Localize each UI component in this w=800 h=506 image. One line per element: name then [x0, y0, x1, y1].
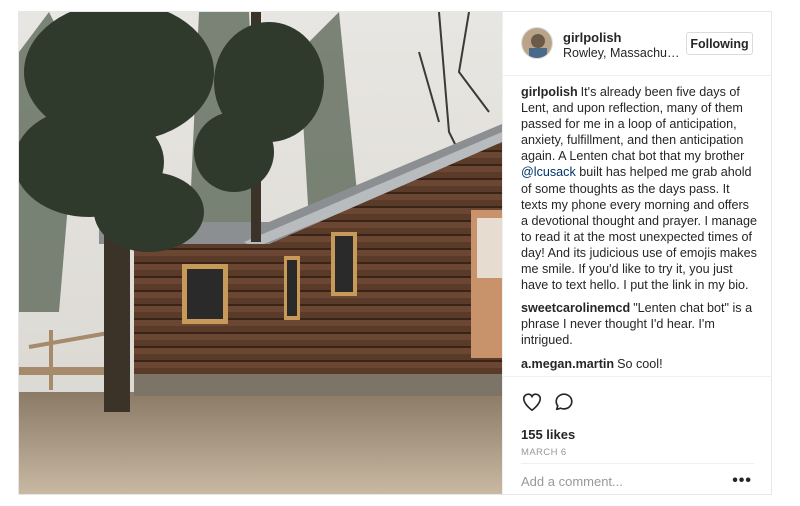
heart-icon[interactable] [521, 391, 545, 415]
comment-item: girlpolish It's already been five days of… [521, 84, 759, 293]
comment-username[interactable]: sweetcarolinemcd [521, 301, 630, 315]
post-card: girlpolish Rowley, Massachusetts Followi… [18, 11, 772, 495]
speech-bubble-icon[interactable] [553, 391, 577, 415]
post-photo[interactable] [19, 12, 502, 494]
header-location[interactable]: Rowley, Massachusetts [563, 46, 683, 60]
comment-text: built has helped me grab ahold of some t… [521, 165, 757, 293]
comment-item: a.megan.martin So cool! [521, 356, 759, 372]
comment-mention-link[interactable]: @lcusack [521, 165, 576, 179]
post-header: girlpolish Rowley, Massachusetts Followi… [503, 12, 772, 76]
likes-count[interactable]: 155 likes [521, 427, 575, 442]
comment-item: sweetcarolinemcd "Lenten chat bot" is a p… [521, 300, 759, 348]
header-username[interactable]: girlpolish [563, 30, 622, 45]
comment-text: So cool! [617, 356, 663, 371]
following-button[interactable]: Following [686, 32, 753, 55]
post-actions: 155 likes MARCH 6 ••• [503, 376, 772, 495]
more-options-icon[interactable]: ••• [732, 472, 752, 490]
comment-username[interactable]: girlpolish [521, 85, 578, 99]
add-comment-input[interactable] [521, 474, 721, 489]
avatar[interactable] [521, 27, 553, 59]
post-sidebar: girlpolish Rowley, Massachusetts Followi… [502, 12, 772, 494]
post-date[interactable]: MARCH 6 [521, 447, 567, 458]
add-comment-bar: ••• [521, 463, 754, 496]
comments-list[interactable]: girlpolish It's already been five days of… [521, 84, 759, 374]
comment-username[interactable]: a.megan.martin [521, 357, 614, 371]
